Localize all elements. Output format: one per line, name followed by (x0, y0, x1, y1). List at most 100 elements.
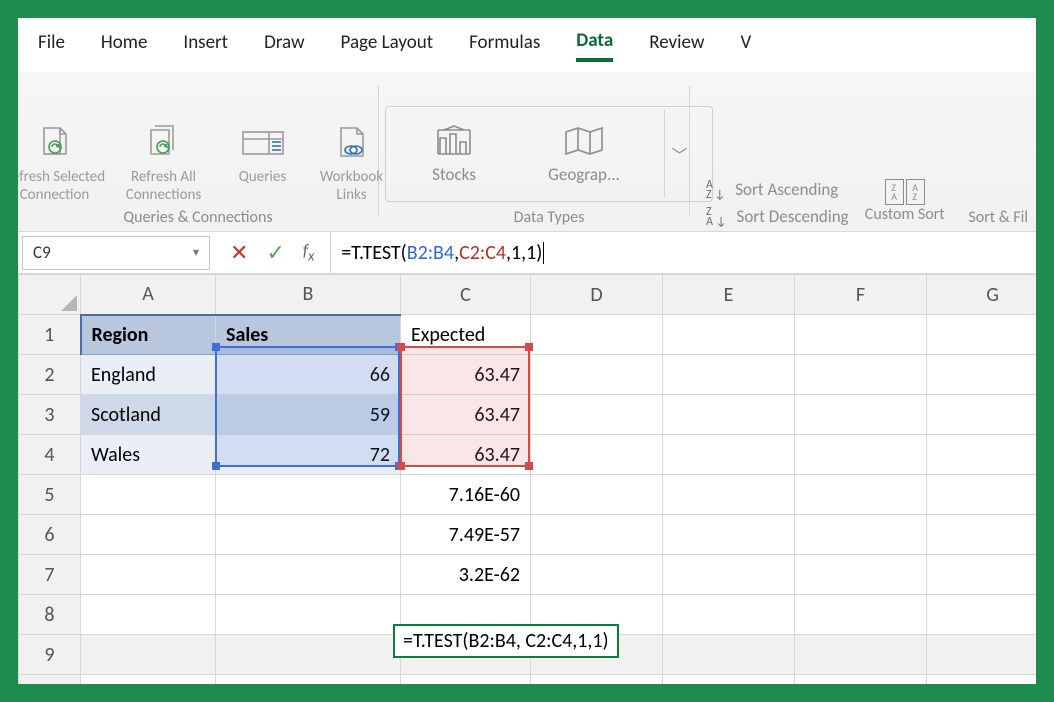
cell-B2[interactable]: 66 (216, 355, 401, 395)
cell-C4[interactable]: 63.47 (401, 435, 531, 475)
cell-B6[interactable] (216, 515, 401, 555)
cell-B4[interactable]: 72 (216, 435, 401, 475)
col-header-B[interactable]: B (216, 275, 401, 315)
tab-draw[interactable]: Draw (264, 31, 304, 60)
cell-D7[interactable] (531, 555, 663, 595)
col-header-F[interactable]: F (795, 275, 927, 315)
cell-B3[interactable]: 59 (216, 395, 401, 435)
cell-G6[interactable] (927, 515, 1037, 555)
cell-F4[interactable] (795, 435, 927, 475)
cell-A8[interactable] (81, 595, 216, 635)
cell-F9[interactable] (795, 635, 927, 675)
tab-file[interactable]: File (38, 31, 65, 60)
cell-F6[interactable] (795, 515, 927, 555)
row-header-3[interactable]: 3 (19, 395, 81, 435)
cell-G7[interactable] (927, 555, 1037, 595)
cell-D4[interactable] (531, 435, 663, 475)
cell-C3[interactable]: 63.47 (401, 395, 531, 435)
geography-datatype[interactable]: Geograp... (534, 124, 634, 185)
sort-ascending-button[interactable]: AZ ↓ Sort Ascending (706, 179, 849, 200)
row-header-9[interactable]: 9 (19, 635, 81, 675)
cell-G8[interactable] (927, 595, 1037, 635)
cell-C8[interactable] (401, 595, 531, 635)
custom-sort-button[interactable]: ZAAZ Custom Sort (863, 169, 947, 227)
cell-A4[interactable]: Wales (81, 435, 216, 475)
row-header-7[interactable]: 7 (19, 555, 81, 595)
cell-B10[interactable] (216, 675, 401, 685)
name-box[interactable]: C9 ▾ (22, 236, 210, 270)
row-header-10[interactable]: 10 (19, 675, 81, 685)
enter-formula-button[interactable]: ✓ (266, 239, 284, 266)
sort-descending-button[interactable]: ZA ↓ Sort Descending (706, 206, 849, 227)
queries-button[interactable]: Queries (220, 117, 305, 204)
tab-data[interactable]: Data (576, 29, 613, 62)
cell-E1[interactable] (663, 315, 795, 355)
cell-F5[interactable] (795, 475, 927, 515)
cell-C9[interactable] (401, 635, 531, 675)
cell-B7[interactable] (216, 555, 401, 595)
tab-view-partial[interactable]: V (740, 31, 751, 60)
cell-G2[interactable] (927, 355, 1037, 395)
col-header-E[interactable]: E (663, 275, 795, 315)
cell-G9[interactable] (927, 635, 1037, 675)
cell-B9[interactable] (216, 635, 401, 675)
cell-E7[interactable] (663, 555, 795, 595)
cell-G3[interactable] (927, 395, 1037, 435)
row-header-6[interactable]: 6 (19, 515, 81, 555)
cell-A1[interactable]: Region (81, 315, 216, 355)
cell-A6[interactable] (81, 515, 216, 555)
tab-home[interactable]: Home (101, 31, 148, 60)
row-header-5[interactable]: 5 (19, 475, 81, 515)
cell-F7[interactable] (795, 555, 927, 595)
cell-F1[interactable] (795, 315, 927, 355)
select-all-corner[interactable] (19, 275, 81, 315)
cell-E8[interactable] (663, 595, 795, 635)
cell-C7[interactable]: 3.2E-62 (401, 555, 531, 595)
refresh-all-button[interactable]: Refresh All Connections (111, 117, 216, 204)
cell-E3[interactable] (663, 395, 795, 435)
cell-A2[interactable]: England (81, 355, 216, 395)
chevron-down-icon[interactable]: ▾ (193, 245, 199, 260)
cell-D8[interactable] (531, 595, 663, 635)
cell-C1[interactable]: Expected (401, 315, 531, 355)
tab-page-layout[interactable]: Page Layout (341, 31, 434, 60)
cell-B5[interactable] (216, 475, 401, 515)
tab-formulas[interactable]: Formulas (469, 31, 540, 60)
col-header-C[interactable]: C (401, 275, 531, 315)
row-header-1[interactable]: 1 (19, 315, 81, 355)
cell-D6[interactable] (531, 515, 663, 555)
cell-D10[interactable] (531, 675, 663, 685)
cell-C6[interactable]: 7.49E-57 (401, 515, 531, 555)
cell-D2[interactable] (531, 355, 663, 395)
cancel-formula-button[interactable]: ✕ (230, 239, 248, 266)
tab-review[interactable]: Review (649, 31, 704, 60)
cell-E4[interactable] (663, 435, 795, 475)
cell-F2[interactable] (795, 355, 927, 395)
row-header-2[interactable]: 2 (19, 355, 81, 395)
spreadsheet-grid[interactable]: A B C D E F G 1 Region Sales Expected 2 (18, 274, 1036, 684)
cell-F3[interactable] (795, 395, 927, 435)
cell-F8[interactable] (795, 595, 927, 635)
cell-A5[interactable] (81, 475, 216, 515)
cell-G1[interactable] (927, 315, 1037, 355)
cell-A3[interactable]: Scotland (81, 395, 216, 435)
cell-A10[interactable] (81, 675, 216, 685)
row-header-8[interactable]: 8 (19, 595, 81, 635)
cell-C10[interactable] (401, 675, 531, 685)
col-header-G[interactable]: G (927, 275, 1037, 315)
cell-E10[interactable] (663, 675, 795, 685)
cell-G5[interactable] (927, 475, 1037, 515)
cell-A7[interactable] (81, 555, 216, 595)
col-header-D[interactable]: D (531, 275, 663, 315)
cell-A9[interactable] (81, 635, 216, 675)
fx-icon[interactable]: fx (303, 240, 314, 264)
cell-G10[interactable] (927, 675, 1037, 685)
cell-D1[interactable] (531, 315, 663, 355)
cell-D3[interactable] (531, 395, 663, 435)
cell-B1[interactable]: Sales (216, 315, 401, 355)
cell-D9[interactable] (531, 635, 663, 675)
cell-E2[interactable] (663, 355, 795, 395)
data-types-gallery[interactable]: Stocks Geograp... ﹀ (385, 106, 713, 202)
formula-input[interactable]: =T.TEST(B2:B4, C2:C4,1,1) (330, 232, 1036, 273)
refresh-selected-button[interactable]: Refresh Selected Connection (18, 117, 107, 204)
